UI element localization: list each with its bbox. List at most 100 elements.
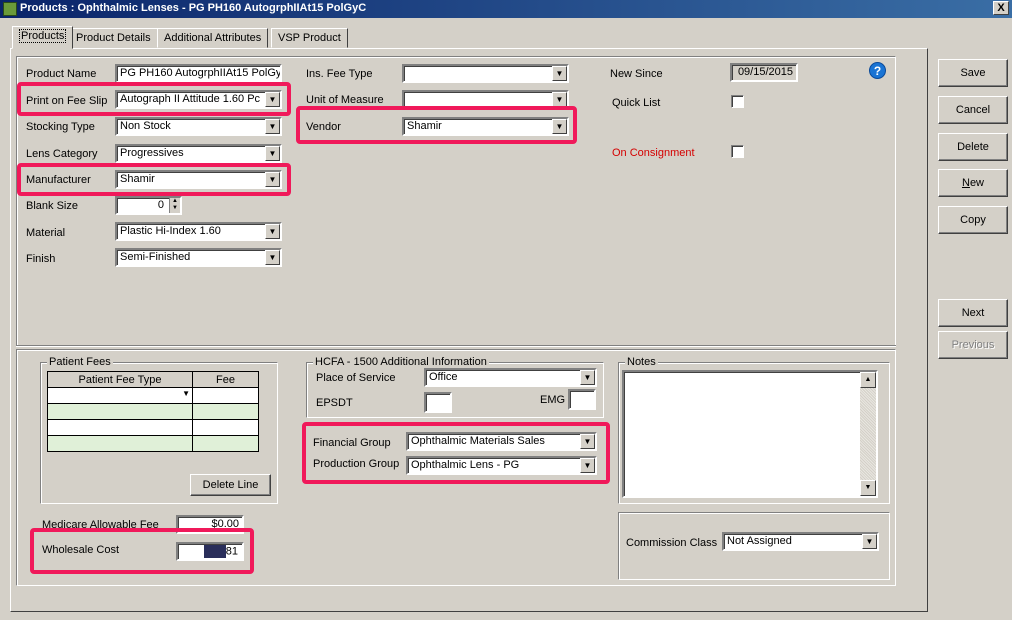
chevron-down-icon[interactable]: ▼ <box>552 92 567 107</box>
emg-input[interactable] <box>568 389 596 410</box>
stocking-type-value: Non Stock <box>120 120 171 132</box>
chevron-down-icon[interactable]: ▼ <box>265 92 280 107</box>
fee-header: Fee <box>192 371 259 388</box>
production-group-label: Production Group <box>313 458 400 470</box>
lens-category-label: Lens Category <box>26 148 98 160</box>
app-icon <box>3 2 17 16</box>
notes-textarea[interactable]: ▲ ▼ <box>622 370 878 498</box>
finish-combo[interactable]: Semi-Finished ▼ <box>115 248 282 267</box>
chevron-down-icon[interactable]: ▼ <box>265 146 280 161</box>
print-on-fee-slip-combo[interactable]: Autograph II Attitude 1.60 Pc ▼ <box>115 90 282 109</box>
blank-size-spinner[interactable]: 0 ▲ ▼ <box>115 196 182 215</box>
table-cell[interactable] <box>192 435 259 452</box>
notes-scrollbar[interactable]: ▲ ▼ <box>860 372 876 496</box>
previous-button: Previous <box>938 331 1008 359</box>
ins-fee-type-combo[interactable]: ▼ <box>402 64 569 83</box>
print-on-fee-slip-label: Print on Fee Slip <box>26 95 108 107</box>
spin-arrows-icon[interactable]: ▲ ▼ <box>169 198 180 213</box>
patient-fee-type-header: Patient Fee Type <box>47 371 193 388</box>
patient-fee-type-cell[interactable]: ▼ <box>47 387 193 404</box>
section-divider <box>16 345 896 347</box>
commission-class-value: Not Assigned <box>727 535 792 547</box>
epsdt-input[interactable] <box>424 392 452 413</box>
production-group-value: Ophthalmic Lens - PG <box>411 459 520 471</box>
chevron-down-icon[interactable]: ▼ <box>580 458 595 473</box>
manufacturer-label: Manufacturer <box>26 174 91 186</box>
window-title: Products : Ophthalmic Lenses - PG PH160 … <box>20 2 367 14</box>
chevron-down-icon[interactable]: ▼ <box>265 119 280 134</box>
tab-additional-attributes[interactable]: Additional Attributes <box>157 28 269 48</box>
emg-label: EMG <box>540 394 566 406</box>
place-of-service-value: Office <box>429 371 458 383</box>
table-cell[interactable] <box>47 435 193 452</box>
wholesale-cost-suffix: 81 <box>225 545 238 558</box>
fee-cell[interactable] <box>192 387 259 404</box>
patient-fees-grid: Patient Fee Type Fee ▼ <box>47 371 259 452</box>
on-consignment-checkbox[interactable] <box>731 145 744 158</box>
close-button[interactable]: X <box>993 1 1009 15</box>
material-combo[interactable]: Plastic Hi-Index 1.60 ▼ <box>115 222 282 241</box>
lens-category-value: Progressives <box>120 147 184 159</box>
quick-list-checkbox[interactable] <box>731 95 744 108</box>
new-since-label: New Since <box>610 68 663 80</box>
new-since-field: 09/15/2015 <box>730 63 798 82</box>
material-value: Plastic Hi-Index 1.60 <box>120 225 221 237</box>
table-cell[interactable] <box>192 403 259 420</box>
product-name-label: Product Name <box>26 68 97 80</box>
place-of-service-combo[interactable]: Office ▼ <box>424 368 597 387</box>
delete-button[interactable]: Delete <box>938 133 1008 161</box>
delete-line-button[interactable]: Delete Line <box>190 474 271 496</box>
help-icon[interactable]: ? <box>869 62 886 79</box>
chevron-down-icon[interactable]: ▼ <box>265 224 280 239</box>
material-label: Material <box>26 227 66 239</box>
manufacturer-combo[interactable]: Shamir ▼ <box>115 170 282 189</box>
table-cell[interactable] <box>47 419 193 436</box>
tab-products[interactable]: Products <box>12 26 74 49</box>
commission-class-combo[interactable]: Not Assigned ▼ <box>722 532 879 551</box>
redacted-block <box>203 545 226 558</box>
tab-product-details[interactable]: Product Details <box>69 28 158 48</box>
table-cell[interactable] <box>47 403 193 420</box>
table-cell[interactable] <box>192 419 259 436</box>
stocking-type-combo[interactable]: Non Stock ▼ <box>115 117 282 136</box>
chevron-down-icon[interactable]: ▼ <box>552 66 567 81</box>
scroll-down-icon[interactable]: ▼ <box>860 480 876 496</box>
vendor-label: Vendor <box>306 121 341 133</box>
tab-label: Products <box>19 29 67 43</box>
production-group-combo[interactable]: Ophthalmic Lens - PG ▼ <box>406 456 597 475</box>
epsdt-label: EPSDT <box>316 397 353 409</box>
vendor-combo[interactable]: Shamir ▼ <box>402 117 569 136</box>
chevron-down-icon[interactable]: ▼ <box>182 389 190 398</box>
finish-value: Semi-Finished <box>120 251 191 263</box>
wholesale-cost-input[interactable]: 81 <box>176 542 244 561</box>
blank-size-value: 0 <box>157 199 164 211</box>
chevron-down-icon[interactable]: ▼ <box>265 172 280 187</box>
scroll-up-icon[interactable]: ▲ <box>860 372 876 388</box>
cancel-button[interactable]: Cancel <box>938 96 1008 124</box>
notes-title: Notes <box>625 356 658 368</box>
financial-group-value: Ophthalmic Materials Sales <box>411 435 545 447</box>
title-bar: Products : Ophthalmic Lenses - PG PH160 … <box>0 0 1012 18</box>
next-button[interactable]: Next <box>938 299 1008 327</box>
product-name-input[interactable]: PG PH160 AutogrphIIAt15 PolGyC <box>115 64 282 83</box>
financial-group-combo[interactable]: Ophthalmic Materials Sales ▼ <box>406 432 597 451</box>
chevron-down-icon[interactable]: ▼ <box>265 250 280 265</box>
chevron-down-icon[interactable]: ▼ <box>580 370 595 385</box>
ins-fee-type-label: Ins. Fee Type <box>306 68 373 80</box>
chevron-down-icon[interactable]: ▼ <box>580 434 595 449</box>
copy-button[interactable]: Copy <box>938 206 1008 234</box>
commission-class-label: Commission Class <box>626 537 718 549</box>
chevron-down-icon[interactable]: ▼ <box>552 119 567 134</box>
unit-of-measure-label: Unit of Measure <box>306 94 384 106</box>
place-of-service-label: Place of Service <box>316 372 396 384</box>
tab-vsp-product[interactable]: VSP Product <box>271 28 348 48</box>
financial-group-label: Financial Group <box>313 437 391 449</box>
lens-category-combo[interactable]: Progressives ▼ <box>115 144 282 163</box>
new-button[interactable]: New <box>938 169 1008 197</box>
print-on-fee-slip-value: Autograph II Attitude 1.60 Pc <box>120 93 261 105</box>
chevron-down-icon[interactable]: ▼ <box>862 534 877 549</box>
stocking-type-label: Stocking Type <box>26 121 95 133</box>
quick-list-label: Quick List <box>612 97 661 109</box>
patient-fees-title: Patient Fees <box>47 356 113 368</box>
save-button[interactable]: Save <box>938 59 1008 87</box>
